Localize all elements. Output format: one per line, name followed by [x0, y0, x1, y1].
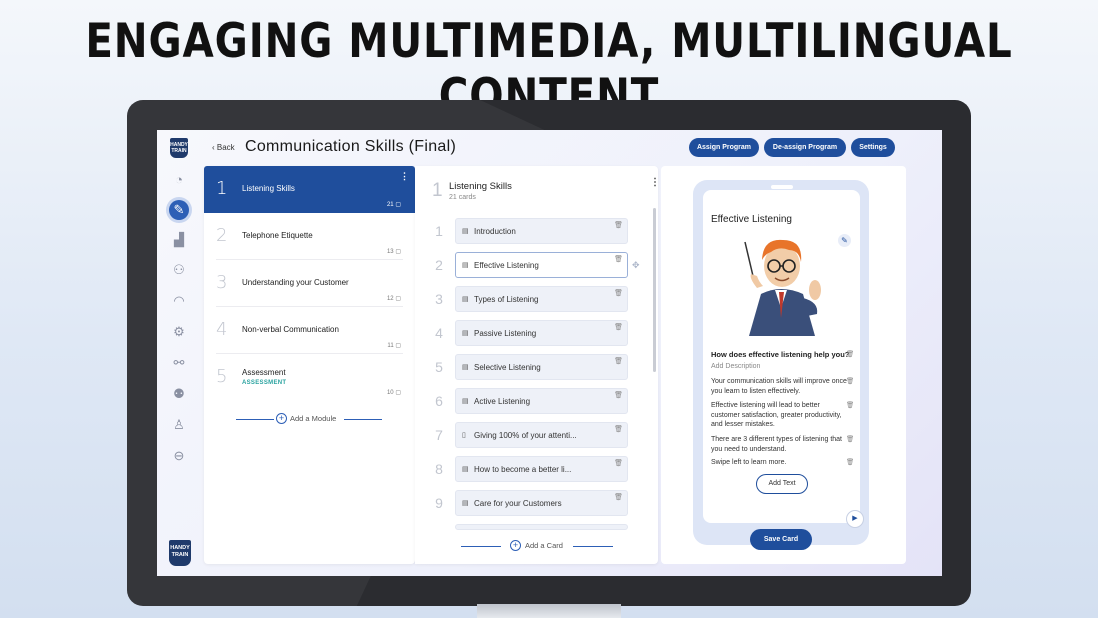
drag-handle-icon[interactable]: ✥ — [632, 260, 640, 271]
lesson-icon: ▤ — [462, 466, 469, 473]
listening-illustration — [744, 239, 821, 336]
more-options-icon[interactable]: ⋮ — [400, 171, 409, 182]
scrollbar[interactable] — [653, 208, 656, 372]
plus-icon: + — [276, 413, 287, 424]
card-count-label: 21 cards — [449, 194, 476, 201]
card-count: 21 ▢ — [386, 202, 401, 208]
preview-paragraph[interactable]: Your communication skills will improve o… — [711, 377, 848, 396]
trash-icon[interactable]: 🗑 — [614, 289, 623, 297]
card-item[interactable]: 9 ▤ Care for your Customers 🗑 — [431, 490, 643, 517]
module-item[interactable]: 1 Listening Skills 21 ▢ ⋮ — [204, 166, 415, 213]
settings-icon[interactable]: ⚙ — [169, 322, 189, 342]
programs-icon[interactable]: ✎ — [169, 200, 189, 220]
module-item[interactable]: 5 Assessment ASSESSMENT 10 ▢ — [204, 354, 415, 401]
card-item[interactable]: 4 ▤ Passive Listening 🗑 — [431, 320, 643, 347]
card-item[interactable]: 3 ▤ Types of Listening 🗑 — [431, 286, 643, 313]
assign-program-button[interactable]: Assign Program — [689, 138, 759, 157]
lesson-icon: ▤ — [462, 296, 469, 303]
page-title: Communication Skills (Final) — [245, 138, 457, 155]
lesson-icon: ▤ — [462, 228, 469, 235]
trash-icon[interactable]: 🗑 — [614, 221, 623, 229]
trash-icon[interactable]: 🗑 — [614, 459, 623, 467]
dashboard-icon[interactable]: ◔ — [169, 170, 189, 190]
preview-paragraph[interactable]: Effective listening will lead to better … — [711, 401, 848, 430]
add-text-button[interactable]: Add Text — [756, 474, 808, 494]
card-item[interactable]: 7 ▯ Giving 100% of your attenti... 🗑 — [431, 422, 643, 449]
card-item[interactable]: 8 ▤ How to become a better li... 🗑 — [431, 456, 643, 483]
add-card-button[interactable]: + Add a Card — [461, 540, 613, 552]
groups-icon[interactable]: ⚉ — [169, 384, 189, 404]
edit-icon[interactable]: ✎ — [838, 234, 851, 247]
more-options-icon[interactable]: ⋮ — [650, 177, 660, 188]
monitor-stand — [477, 604, 621, 618]
lesson-icon: ▤ — [462, 364, 469, 371]
sidebar-rail: HANDY TRAIN ◔ ✎ ▟ ⚇ ◠ ⚙ ⚯ ⚉ ♙ ⊖ HANDY TRAI… — [157, 130, 201, 576]
preview-paragraph[interactable]: Swipe left to learn more. — [711, 458, 848, 468]
trash-icon[interactable]: 🗑 — [846, 458, 854, 466]
modules-panel: 1 Listening Skills 21 ▢ ⋮ 2 Telephone Et… — [204, 166, 415, 564]
card-item[interactable]: 1 ▤ Introduction 🗑 — [431, 218, 643, 245]
logout-icon[interactable]: ⊖ — [169, 446, 189, 466]
phone-screen: Effective Listening ✎ How does effective… — [703, 190, 860, 523]
lesson-icon: ▤ — [462, 330, 469, 337]
trash-icon[interactable]: 🗑 — [846, 377, 854, 385]
back-link[interactable]: ‹ Back — [212, 143, 235, 152]
card-count: 11 ▢ — [387, 343, 401, 349]
preview-question[interactable]: How does effective listening help you? — [711, 350, 853, 359]
video-icon: ▯ — [462, 432, 466, 439]
add-module-button[interactable]: + Add a Module — [236, 413, 382, 425]
profile-icon[interactable]: ♙ — [169, 415, 189, 435]
app-screen: HANDY TRAIN ◔ ✎ ▟ ⚇ ◠ ⚙ ⚯ ⚉ ♙ ⊖ HANDY TRAI… — [157, 130, 942, 576]
workflow-icon[interactable]: ⚯ — [169, 353, 189, 373]
trash-icon[interactable]: 🗑 — [614, 255, 623, 263]
lesson-icon: ▤ — [462, 398, 469, 405]
trash-icon[interactable]: 🗑 — [846, 401, 854, 409]
analytics-icon[interactable]: ▟ — [169, 230, 189, 250]
trash-icon[interactable]: 🗑 — [614, 323, 623, 331]
save-card-button[interactable]: Save Card — [750, 529, 812, 550]
card-item[interactable]: 5 ▤ Selective Listening 🗑 — [431, 354, 643, 381]
module-item[interactable]: 2 Telephone Etiquette 13 ▢ — [204, 213, 415, 260]
trash-icon[interactable]: 🗑 — [846, 435, 854, 443]
card-item[interactable]: 2 ▤ Effective Listening 🗑 ✥ — [431, 252, 643, 279]
lesson-icon: ▤ — [462, 262, 469, 269]
users-icon[interactable]: ⚇ — [169, 260, 189, 280]
preview-title: Effective Listening — [711, 214, 792, 225]
card-count: 13 ▢ — [386, 249, 401, 255]
trash-icon[interactable]: 🗑 — [614, 425, 623, 433]
card-item[interactable]: 6 ▤ Active Listening 🗑 — [431, 388, 643, 415]
play-icon[interactable]: ▶ — [846, 510, 864, 528]
module-title: Listening Skills — [449, 181, 512, 192]
module-item[interactable]: 4 Non-verbal Communication 11 ▢ — [204, 307, 415, 354]
lesson-icon: ▤ — [462, 500, 469, 507]
broadcast-icon[interactable]: ◠ — [169, 291, 189, 311]
deassign-program-button[interactable]: De-assign Program — [764, 138, 846, 157]
module-item[interactable]: 3 Understanding your Customer 12 ▢ — [204, 260, 415, 307]
assessment-badge: ASSESSMENT — [242, 380, 287, 386]
trash-icon[interactable]: 🗑 — [614, 391, 623, 399]
preview-paragraph[interactable]: There are 3 different types of listening… — [711, 435, 848, 454]
plus-icon: + — [510, 540, 521, 551]
brand-logo-bottom: HANDY TRAIN — [169, 540, 191, 566]
card-count: 12 ▢ — [386, 296, 401, 302]
card-item-partial — [431, 524, 643, 530]
trash-icon[interactable]: 🗑 — [614, 357, 623, 365]
description-field[interactable]: Add Description — [711, 363, 760, 370]
settings-button[interactable]: Settings — [851, 138, 895, 157]
trash-icon[interactable]: 🗑 — [614, 493, 623, 501]
brand-logo[interactable]: HANDY TRAIN — [170, 138, 188, 158]
trash-icon[interactable]: 🗑 — [846, 350, 854, 358]
card-count: 10 ▢ — [386, 390, 401, 396]
cards-panel: 1 Listening Skills 21 cards ⋮ 1 ▤ Introdu… — [415, 166, 660, 564]
